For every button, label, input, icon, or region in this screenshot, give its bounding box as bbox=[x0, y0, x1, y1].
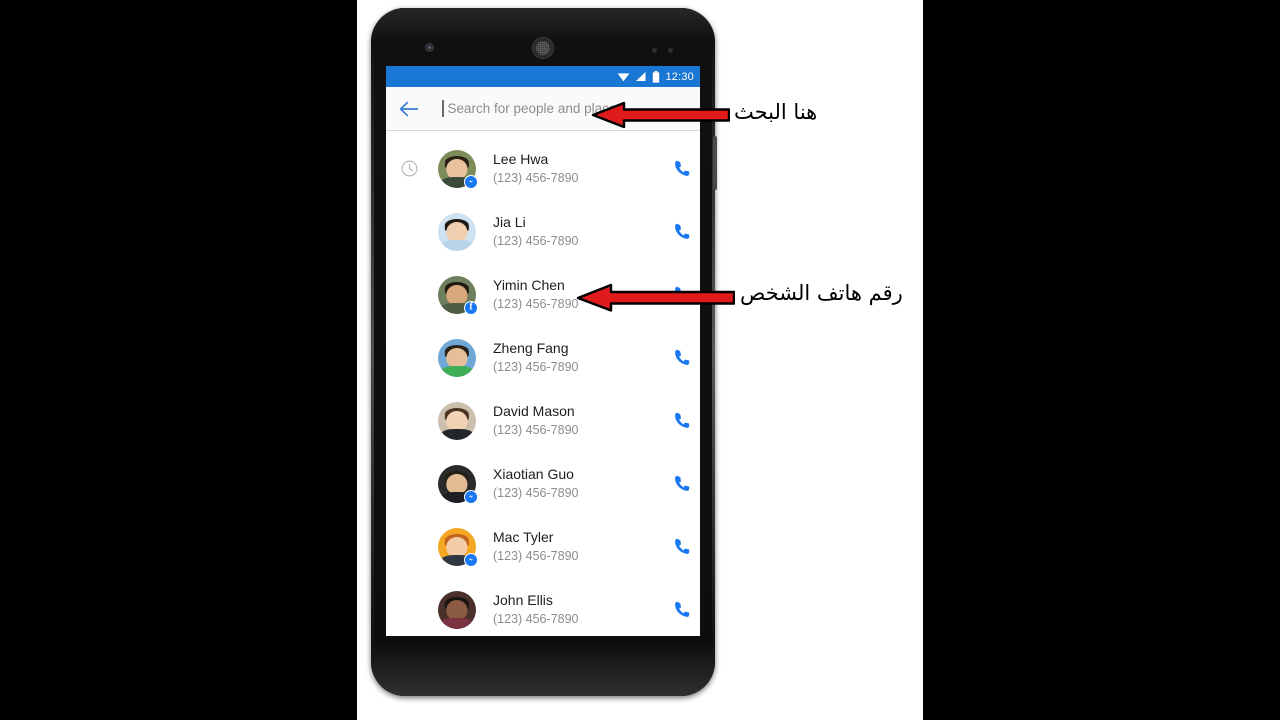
left-arrow-icon bbox=[576, 283, 735, 312]
status-bar: 12:30 bbox=[386, 66, 700, 87]
earpiece-speaker-icon bbox=[533, 38, 553, 58]
avatar bbox=[438, 338, 476, 377]
call-button[interactable] bbox=[662, 411, 700, 430]
messenger-badge-icon bbox=[464, 489, 478, 504]
row-leading-icon bbox=[396, 160, 422, 177]
contact-text-block: Xiaotian Guo (123) 456-7890 bbox=[493, 466, 662, 501]
phone-call-icon bbox=[674, 412, 689, 428]
avatar bbox=[438, 212, 476, 251]
battery-icon bbox=[653, 70, 660, 83]
contact-row[interactable]: Xiaotian Guo (123) 456-7890 bbox=[386, 452, 700, 515]
contact-text-block: Jia Li (123) 456-7890 bbox=[493, 214, 662, 249]
contact-phone-number: (123) 456-7890 bbox=[493, 359, 579, 374]
phone-call-icon bbox=[674, 601, 689, 617]
annotation-search: هنا البحث bbox=[590, 98, 920, 132]
contact-name: Zheng Fang bbox=[493, 340, 569, 357]
contact-avatar[interactable] bbox=[438, 464, 478, 504]
contact-row[interactable]: Jia Li (123) 456-7890 bbox=[386, 200, 700, 263]
left-arrow-icon bbox=[591, 101, 730, 129]
contact-phone-number: (123) 456-7890 bbox=[493, 233, 579, 248]
contact-text-block: Lee Hwa (123) 456-7890 bbox=[493, 151, 662, 186]
history-clock-icon bbox=[400, 160, 418, 177]
messenger-badge-icon bbox=[467, 180, 474, 183]
phone-call-icon bbox=[674, 475, 689, 491]
contact-row[interactable]: John Ellis (123) 456-7890 bbox=[386, 578, 700, 636]
contact-name: David Mason bbox=[493, 403, 575, 420]
back-button[interactable] bbox=[396, 96, 422, 122]
contact-text-block: Zheng Fang (123) 456-7890 bbox=[493, 340, 662, 375]
contact-avatar[interactable] bbox=[438, 149, 478, 189]
contact-phone-number: (123) 456-7890 bbox=[493, 422, 579, 437]
call-button[interactable] bbox=[662, 348, 700, 367]
contact-row[interactable]: David Mason (123) 456-7890 bbox=[386, 389, 700, 452]
contact-phone-number: (123) 456-7890 bbox=[493, 485, 579, 500]
contact-avatar[interactable] bbox=[438, 590, 476, 629]
call-button[interactable] bbox=[662, 474, 700, 493]
proximity-sensor-icon bbox=[652, 48, 657, 53]
contact-name: Jia Li bbox=[493, 214, 526, 231]
contact-avatar[interactable] bbox=[438, 527, 478, 567]
wifi-icon bbox=[618, 73, 630, 82]
back-arrow-icon bbox=[399, 101, 419, 116]
phone-left-edge-highlight bbox=[371, 38, 374, 658]
contact-avatar[interactable]: f bbox=[438, 275, 478, 315]
contact-avatar[interactable] bbox=[438, 338, 476, 377]
contact-name: Xiaotian Guo bbox=[493, 466, 574, 483]
volume-button[interactable] bbox=[713, 136, 717, 190]
phone-call-icon bbox=[674, 223, 689, 239]
contact-list[interactable]: Lee Hwa (123) 456-7890 Jia Li (123) 456-789… bbox=[386, 131, 700, 636]
screenshot-stage: 12:30 Search for people and places Lee H… bbox=[0, 0, 1280, 720]
contact-phone-number: (123) 456-7890 bbox=[493, 548, 579, 563]
contact-name: Mac Tyler bbox=[493, 529, 554, 546]
contact-avatar[interactable] bbox=[438, 212, 476, 251]
contact-row[interactable]: Mac Tyler (123) 456-7890 bbox=[386, 515, 700, 578]
text-cursor bbox=[442, 100, 444, 117]
contact-avatar[interactable] bbox=[438, 401, 476, 440]
avatar-body-shape bbox=[440, 617, 474, 629]
annotation-phone-number-label: رقم هاتف الشخص bbox=[740, 281, 903, 305]
call-button[interactable] bbox=[662, 537, 700, 556]
contact-text-block: Mac Tyler (123) 456-7890 bbox=[493, 529, 662, 564]
contact-phone-number: (123) 456-7890 bbox=[493, 170, 579, 185]
call-button[interactable] bbox=[662, 159, 700, 178]
call-button[interactable] bbox=[662, 600, 700, 619]
contact-text-block: John Ellis (123) 456-7890 bbox=[493, 592, 662, 627]
phone-call-icon bbox=[674, 349, 689, 365]
phone-call-icon bbox=[674, 538, 689, 554]
phone-call-icon bbox=[674, 160, 689, 176]
phone-screen: 12:30 Search for people and places Lee H… bbox=[386, 66, 700, 636]
avatar-body-shape bbox=[440, 428, 474, 440]
annotation-search-label: هنا البحث bbox=[734, 100, 818, 124]
facebook-badge-icon: f bbox=[464, 300, 478, 315]
messenger-badge-icon bbox=[464, 552, 478, 567]
avatar bbox=[438, 401, 476, 440]
call-button[interactable] bbox=[662, 222, 700, 241]
messenger-badge-icon bbox=[467, 558, 474, 561]
facebook-f-glyph: f bbox=[469, 301, 473, 312]
contact-row[interactable]: Zheng Fang (123) 456-7890 bbox=[386, 326, 700, 389]
light-sensor-icon bbox=[668, 48, 673, 53]
contact-phone-number: (123) 456-7890 bbox=[493, 611, 579, 626]
cellular-signal-icon bbox=[636, 72, 646, 81]
contact-row[interactable]: Lee Hwa (123) 456-7890 bbox=[386, 137, 700, 200]
front-camera-icon bbox=[426, 44, 433, 51]
avatar-body-shape bbox=[440, 365, 474, 377]
avatar-body-shape bbox=[440, 239, 474, 251]
avatar bbox=[438, 590, 476, 629]
messenger-badge-icon bbox=[467, 495, 474, 498]
status-bar-time: 12:30 bbox=[665, 70, 694, 83]
contact-name: John Ellis bbox=[493, 592, 553, 609]
contact-text-block: David Mason (123) 456-7890 bbox=[493, 403, 662, 438]
contact-name: Lee Hwa bbox=[493, 151, 549, 168]
annotation-phone-number: رقم هاتف الشخص bbox=[575, 280, 920, 316]
messenger-badge-icon bbox=[464, 174, 478, 189]
